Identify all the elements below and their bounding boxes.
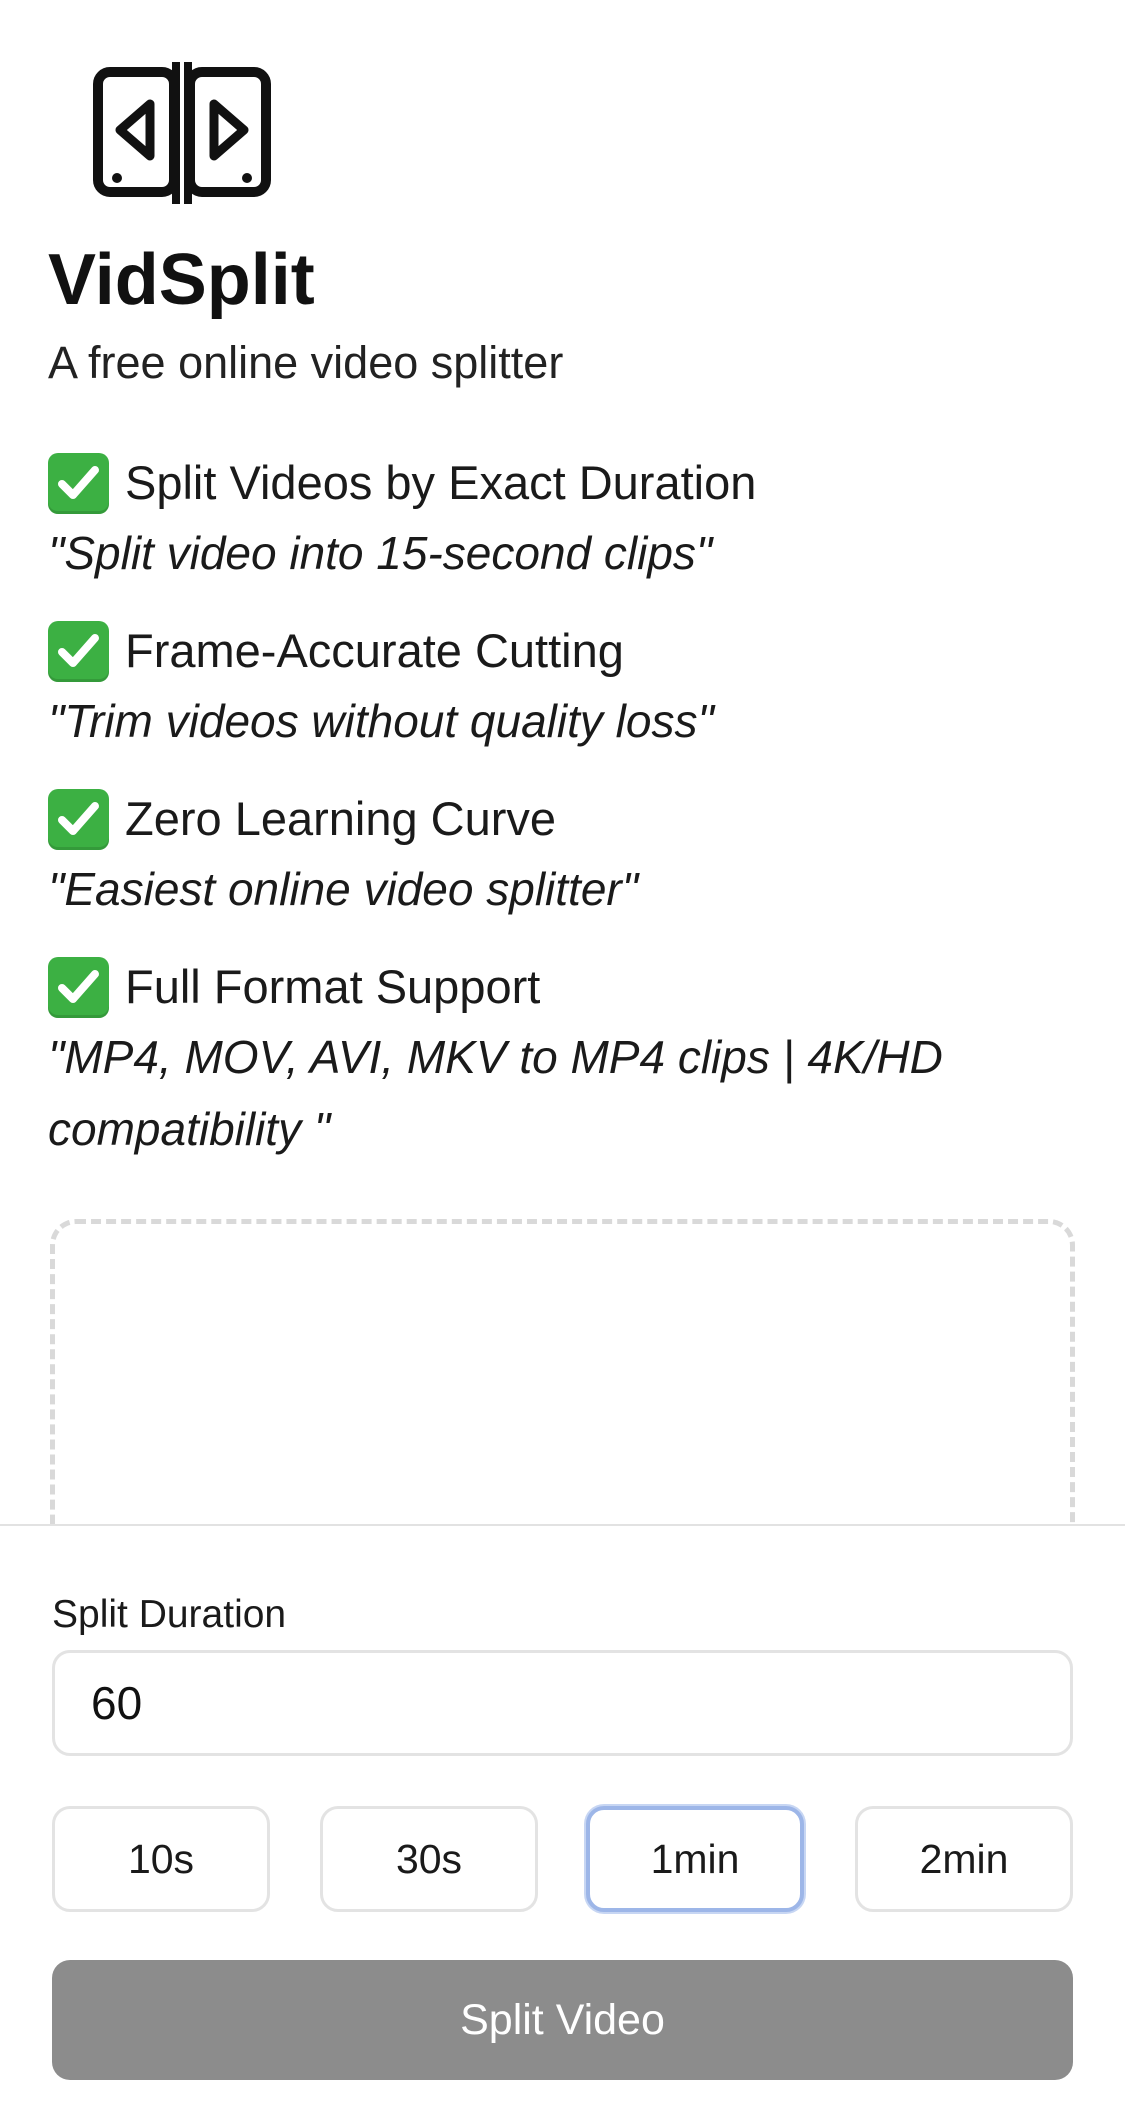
feature-quote: "Trim videos without quality loss" — [48, 695, 714, 747]
feature-title: Zero Learning Curve — [125, 792, 557, 845]
preset-30s-button[interactable]: 30s — [320, 1806, 538, 1912]
split-video-button[interactable]: Split Video — [52, 1960, 1073, 2080]
check-mark-icon — [48, 452, 109, 514]
split-duration-input[interactable] — [52, 1650, 1073, 1756]
split-duration-label: Split Duration — [52, 1593, 287, 1636]
preset-10s-button[interactable]: 10s — [52, 1806, 270, 1912]
feature-item: Split Videos by Exact Duration "Split vi… — [48, 451, 1088, 589]
split-controls-panel: Split Duration 10s 30s 1min 2min Split V… — [0, 1524, 1125, 2116]
preset-1min-button[interactable]: 1min — [586, 1806, 804, 1912]
feature-title: Split Videos by Exact Duration — [125, 456, 757, 509]
feature-title: Frame-Accurate Cutting — [125, 624, 624, 677]
feature-item: Frame-Accurate Cutting "Trim videos with… — [48, 619, 1088, 757]
preset-2min-button[interactable]: 2min — [855, 1806, 1073, 1912]
check-mark-icon — [48, 956, 109, 1018]
split-video-icon — [92, 60, 272, 206]
feature-title: Full Format Support — [125, 960, 541, 1013]
feature-quote: "Easiest online video splitter" — [48, 863, 639, 915]
app-title: VidSplit — [48, 240, 315, 320]
feature-item: Full Format Support "MP4, MOV, AVI, MKV … — [48, 955, 1088, 1165]
feature-quote: "Split video into 15-second clips" — [48, 527, 713, 579]
feature-quote: "MP4, MOV, AVI, MKV to MP4 clips | 4K/HD… — [48, 1031, 943, 1155]
app-tagline: A free online video splitter — [48, 337, 564, 388]
check-mark-icon — [48, 788, 109, 850]
vidsplit-page: VidSplit A free online video splitter Sp… — [0, 0, 1125, 2116]
check-mark-icon — [48, 620, 109, 682]
feature-item: Zero Learning Curve "Easiest online vide… — [48, 787, 1088, 925]
